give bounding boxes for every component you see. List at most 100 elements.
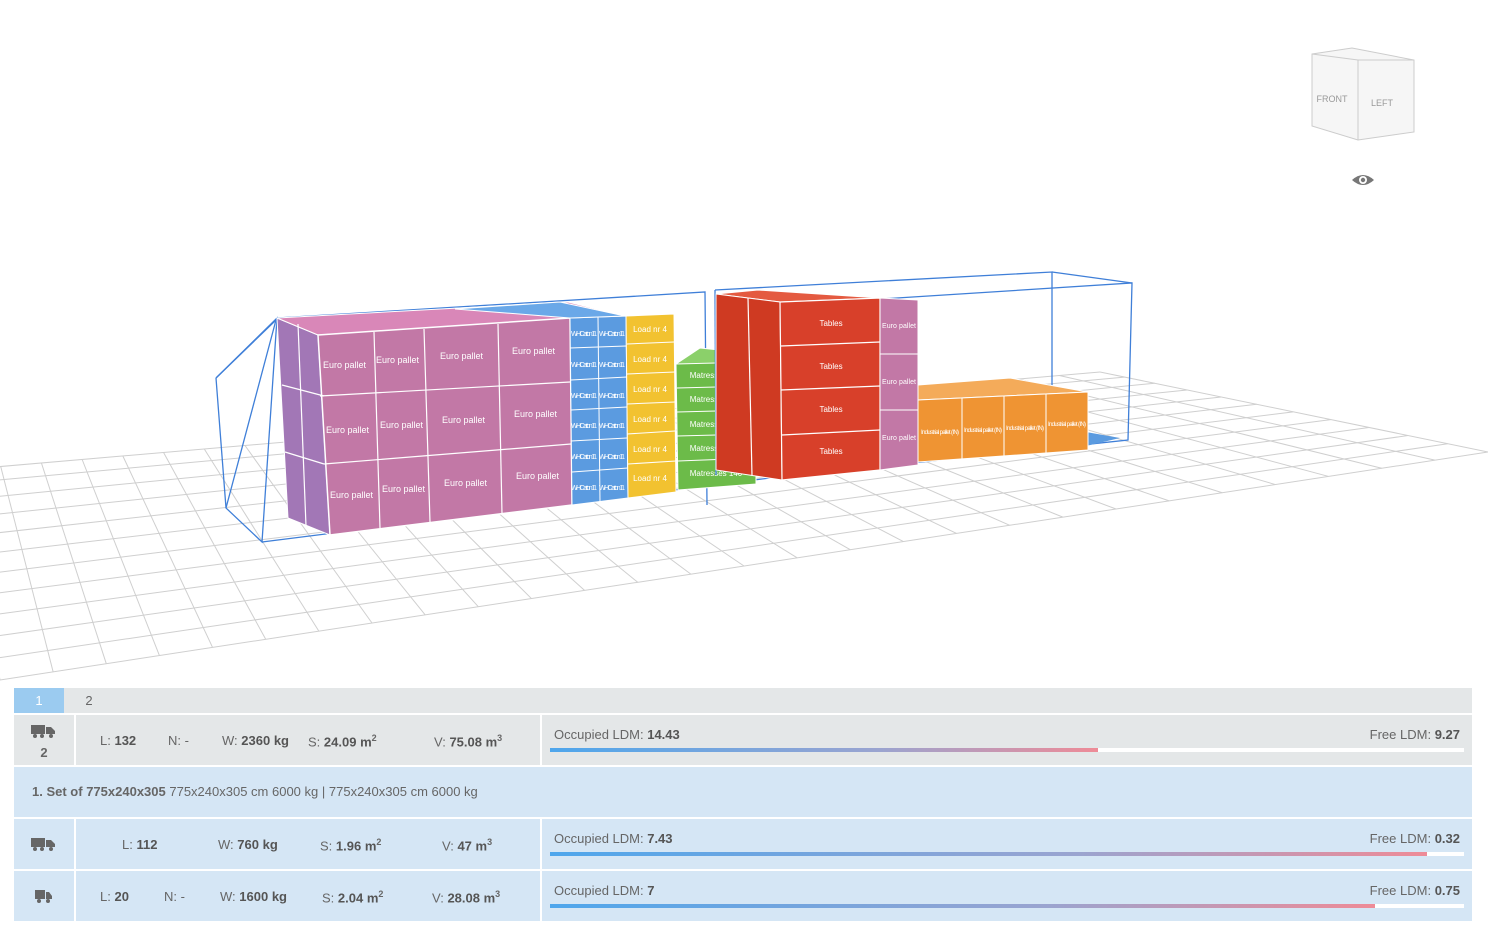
cube-front-label: FRONT — [1317, 94, 1348, 104]
ldm-progress-fill — [550, 904, 1376, 908]
free-ldm-label: Free LDM: — [1369, 831, 1432, 846]
table-label: Tables — [819, 447, 842, 456]
carton-label: WH Carton 11 — [599, 362, 625, 369]
ldm-progress-fill — [550, 852, 1427, 856]
weight-value: 2360 kg — [241, 733, 289, 748]
pallet-label: Euro pallet — [440, 351, 484, 361]
unit-sup3: 3 — [497, 733, 503, 743]
pallet-label: Euro pallet — [382, 484, 426, 494]
vehicle-row[interactable]: L: 20 N: - W: 1600 kg S: 2.04 m2 V: 28.0… — [14, 871, 1472, 921]
carton-label: WH Carton 11 — [599, 393, 625, 400]
table-label: Tables — [819, 362, 842, 371]
summary-row: 2 L: 132 N: - W: 2360 kg S: 24.09 m2 V: … — [14, 715, 1472, 765]
load-label: Load nr 4 — [633, 325, 667, 334]
truck-trailer-icon — [31, 838, 55, 851]
length-value: 132 — [114, 733, 137, 748]
industrial-label: Industrial pallet (IN) — [1006, 426, 1044, 432]
weight-label: W: — [218, 837, 234, 852]
surface-label: S: — [322, 890, 335, 906]
surface-label: S: — [308, 734, 321, 750]
carton-label: WH Carton 11 — [599, 454, 625, 461]
occupied-ldm-label: Occupied LDM: — [554, 883, 644, 898]
load-label: Load nr 4 — [633, 445, 667, 454]
weight-label: W: — [222, 733, 238, 748]
tables-stack: Tables Tables Tables Tables — [715, 289, 881, 481]
pallet-label: Euro pallet — [882, 323, 916, 330]
grid-line — [0, 451, 1488, 681]
grid-line — [1099, 371, 1488, 453]
occupied-ldm-label: Occupied LDM: — [554, 831, 644, 846]
tab-2[interactable]: 2 — [64, 688, 114, 713]
volume-value: 75.08 m — [449, 734, 498, 750]
carton-label: WH Carton 11 — [599, 485, 625, 492]
pallet-label: Euro pallet — [323, 360, 367, 370]
load-summary-panel: 1 2 2 L: 132 N: - W: 2360 kg S: 24.09 m2… — [14, 688, 1472, 921]
volume-value: 28.08 m — [447, 890, 496, 906]
industrial-label: Industrial pallet (IN) — [921, 430, 959, 436]
n-value: - — [184, 733, 189, 748]
length-value: 112 — [136, 837, 158, 852]
weight-value: 1600 kg — [239, 889, 287, 904]
unit-sup: 2 — [378, 889, 384, 899]
set-row[interactable]: 1. Set of 775x240x305 775x240x305 cm 600… — [14, 767, 1472, 817]
surface-value: 2.04 m — [337, 890, 379, 906]
pallet-label: Euro pallet — [442, 415, 486, 425]
pallet-label: Euro pallet — [516, 471, 560, 481]
ldm-progress-bar — [550, 852, 1464, 856]
load-3d-view[interactable]: Euro pallet Euro pallet Euro pallet Euro… — [0, 0, 1488, 690]
industrial-label: Industrial pallet (IN) — [964, 428, 1002, 434]
occupied-ldm-value: 7 — [647, 883, 655, 898]
volume-label: V: — [434, 734, 446, 750]
weight-label: W: — [220, 889, 236, 904]
free-ldm-value: 0.75 — [1434, 883, 1460, 898]
length-label: L: — [100, 733, 111, 748]
tab-bar: 1 2 — [14, 688, 1472, 713]
load-label: Load nr 4 — [633, 415, 667, 424]
pallet-label: Euro pallet — [376, 355, 420, 365]
free-ldm-label: Free LDM: — [1369, 883, 1432, 898]
unit-sup: 2 — [371, 733, 377, 743]
truck-trailer-icon — [31, 725, 55, 738]
load-label: Load nr 4 — [633, 385, 667, 394]
load-label: Load nr 4 — [633, 355, 667, 364]
industrial-label: Industrial pallet (IN) — [1048, 422, 1086, 428]
carton-label: WH Carton 11 — [571, 393, 597, 400]
volume-label: V: — [432, 890, 444, 906]
pallet-label: Euro pallet — [512, 346, 556, 356]
n-value: - — [180, 889, 185, 904]
unit-sup: 2 — [376, 837, 382, 847]
carton-label: WH Carton 11 — [571, 423, 597, 430]
tab-1[interactable]: 1 — [14, 688, 64, 713]
euro-pallet-column: Euro pallet Euro pallet Euro pallet — [879, 297, 919, 471]
set-prefix: 1. Set of — [32, 784, 83, 799]
n-label: N: — [164, 889, 177, 904]
ldm-progress-bar — [550, 904, 1464, 908]
free-ldm-value: 9.27 — [1434, 727, 1460, 742]
pallet-label: Euro pallet — [444, 478, 488, 488]
vehicle-row[interactable]: L: 112 W: 760 kg S: 1.96 m2 V: 47 m3 Occ… — [14, 819, 1472, 869]
truck-icon — [35, 890, 52, 903]
carton-label: WH Carton 11 — [599, 423, 625, 430]
free-ldm-value: 0.32 — [1434, 831, 1460, 846]
load-scene-svg[interactable]: Euro pallet Euro pallet Euro pallet Euro… — [0, 0, 1488, 690]
pallet-label: Euro pallet — [380, 420, 424, 430]
volume-value: 47 m — [457, 838, 488, 854]
weight-value: 760 kg — [237, 837, 278, 852]
carton-label: WH Carton 11 — [571, 485, 597, 492]
set-details-2: 775x240x305 cm 6000 kg — [328, 784, 478, 799]
n-label: N: — [168, 733, 181, 748]
occupied-ldm-value: 14.43 — [647, 727, 680, 742]
set-details: 775x240x305 cm 6000 kg — [169, 784, 319, 799]
set-name: 775x240x305 — [86, 784, 166, 799]
view-cube[interactable]: FRONT LEFT — [1300, 40, 1430, 150]
unit-sup3: 3 — [495, 889, 501, 899]
pallet-label: Euro pallet — [330, 490, 374, 500]
free-ldm-label: Free LDM: — [1369, 727, 1432, 742]
eye-icon[interactable] — [1350, 170, 1376, 190]
carton-label: WH Carton 11 — [571, 331, 597, 338]
carton-label: WH Carton 11 — [599, 331, 625, 338]
unit-sup3: 3 — [487, 837, 493, 847]
ldm-progress-bar — [550, 748, 1464, 752]
surface-label: S: — [320, 838, 333, 854]
pallet-label: Euro pallet — [326, 425, 370, 435]
